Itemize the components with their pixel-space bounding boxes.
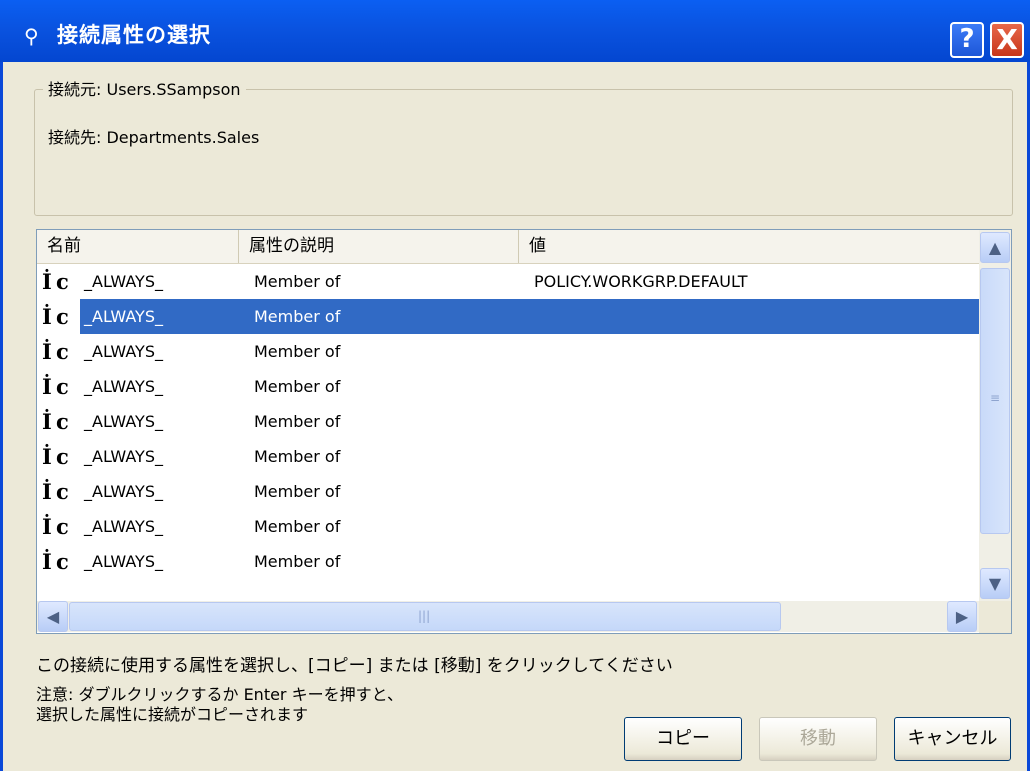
list-row[interactable]: İ c _ALWAYS_ Member of bbox=[42, 474, 979, 509]
column-header-description[interactable]: 属性の説明 bbox=[239, 230, 519, 263]
list-header: 名前 属性の説明 値 bbox=[37, 230, 979, 264]
list-row[interactable]: İ c _ALWAYS_ Member of bbox=[42, 544, 979, 579]
row-name: _ALWAYS_ bbox=[84, 307, 163, 326]
attribute-icon: İ c bbox=[42, 339, 69, 364]
cancel-button[interactable]: キャンセル bbox=[894, 717, 1011, 761]
scroll-up-button[interactable]: ▲ bbox=[980, 232, 1010, 263]
attribute-icon: İ c bbox=[42, 444, 69, 469]
horizontal-scrollbar[interactable]: ◀ ||| ▶ bbox=[37, 601, 979, 632]
vertical-scrollbar[interactable]: ▲ ≡ ▼ bbox=[979, 230, 1011, 601]
row-name: _ALWAYS_ bbox=[84, 272, 163, 291]
row-description: Member of bbox=[254, 307, 341, 326]
row-description: Member of bbox=[254, 447, 341, 466]
row-name: _ALWAYS_ bbox=[84, 412, 163, 431]
list-row[interactable]: İ c _ALWAYS_ Member of bbox=[42, 299, 979, 334]
scroll-corner bbox=[979, 601, 1011, 633]
row-description: Member of bbox=[254, 517, 341, 536]
row-description: Member of bbox=[254, 482, 341, 501]
vertical-scroll-thumb[interactable]: ≡ bbox=[980, 268, 1010, 534]
attribute-icon: İ c bbox=[42, 514, 69, 539]
scroll-right-button[interactable]: ▶ bbox=[947, 601, 977, 632]
column-header-name[interactable]: 名前 bbox=[37, 230, 239, 263]
list-row[interactable]: İ c _ALWAYS_ Member of bbox=[42, 334, 979, 369]
list-row[interactable]: İ c _ALWAYS_ Member of bbox=[42, 509, 979, 544]
attribute-list[interactable]: 名前 属性の説明 値 İ c _ALWAYS_ Member of POLICY.WO… bbox=[36, 229, 1012, 634]
row-description: Member of bbox=[254, 272, 341, 291]
selection-highlight bbox=[80, 299, 979, 334]
instruction-text: この接続に使用する属性を選択し、[コピー] または [移動] をクリックしてくだ… bbox=[36, 656, 673, 676]
copy-button[interactable]: コピー bbox=[624, 717, 742, 761]
list-row[interactable]: İ c _ALWAYS_ Member of bbox=[42, 439, 979, 474]
attribute-icon: İ c bbox=[42, 374, 69, 399]
row-name: _ALWAYS_ bbox=[84, 517, 163, 536]
attribute-icon: İ c bbox=[42, 549, 69, 574]
connection-groupbox bbox=[34, 89, 1013, 216]
scroll-left-button[interactable]: ◀ bbox=[38, 601, 68, 632]
attribute-icon: İ c bbox=[42, 409, 69, 434]
note-text: 注意: ダブルクリックするか Enter キーを押すと、 選択した属性に接続がコ… bbox=[36, 685, 403, 725]
list-row[interactable]: İ c _ALWAYS_ Member of POLICY.WORKGRP.DEFAU… bbox=[42, 264, 979, 299]
scroll-down-button[interactable]: ▼ bbox=[980, 568, 1010, 599]
attribute-icon: İ c bbox=[42, 479, 69, 504]
row-name: _ALWAYS_ bbox=[84, 447, 163, 466]
row-value: POLICY.WORKGRP.DEFAULT bbox=[534, 272, 748, 291]
row-description: Member of bbox=[254, 552, 341, 571]
connection-destination: 接続先: Departments.Sales bbox=[48, 128, 260, 147]
list-row[interactable]: İ c _ALWAYS_ Member of bbox=[42, 404, 979, 439]
row-description: Member of bbox=[254, 412, 341, 431]
row-description: Member of bbox=[254, 377, 341, 396]
row-name: _ALWAYS_ bbox=[84, 377, 163, 396]
horizontal-scroll-thumb[interactable]: ||| bbox=[69, 602, 781, 631]
note-line-1: 注意: ダブルクリックするか Enter キーを押すと、 bbox=[36, 685, 403, 704]
attribute-select-dialog: ⚲ 接続属性の選択 ? X 接続元: Users.SSampson 接続先: D… bbox=[0, 0, 1030, 771]
row-name: _ALWAYS_ bbox=[84, 482, 163, 501]
close-button[interactable]: X bbox=[990, 22, 1024, 58]
note-line-2: 選択した属性に接続がコピーされます bbox=[36, 705, 309, 724]
connection-source: 接続元: Users.SSampson bbox=[43, 76, 246, 100]
thumb-grip-icon: ≡ bbox=[990, 391, 1001, 405]
help-button[interactable]: ? bbox=[950, 22, 984, 58]
row-description: Member of bbox=[254, 342, 341, 361]
column-header-value[interactable]: 値 bbox=[519, 230, 979, 263]
attribute-icon: İ c bbox=[42, 304, 69, 329]
title-bar[interactable]: ⚲ 接続属性の選択 ? X bbox=[0, 0, 1030, 62]
row-name: _ALWAYS_ bbox=[84, 342, 163, 361]
move-button[interactable]: 移動 bbox=[759, 717, 877, 761]
thumb-grip-icon: ||| bbox=[418, 609, 431, 623]
app-icon: ⚲ bbox=[24, 24, 39, 48]
row-name: _ALWAYS_ bbox=[84, 552, 163, 571]
window-title: 接続属性の選択 bbox=[57, 23, 211, 47]
attribute-icon: İ c bbox=[42, 269, 69, 294]
list-row[interactable]: İ c _ALWAYS_ Member of bbox=[42, 369, 979, 404]
